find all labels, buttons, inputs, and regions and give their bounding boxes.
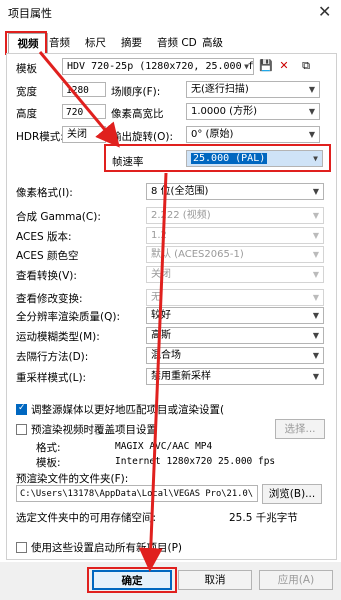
settings-row-label: 重采样模式(L): bbox=[16, 372, 87, 384]
close-icon[interactable]: ✕ bbox=[318, 2, 331, 21]
template-label: 模板 bbox=[16, 63, 37, 75]
chevron-down-icon: ▼ bbox=[312, 270, 319, 279]
settings-row-label: 像素格式(I): bbox=[16, 187, 73, 199]
browse-button[interactable]: 浏览(B)... bbox=[262, 484, 322, 504]
chevron-down-icon: ▼ bbox=[312, 187, 319, 196]
width-input[interactable]: 1280 bbox=[62, 82, 106, 97]
settings-row-select: 2.222 (视频) ▼ bbox=[146, 207, 324, 224]
settings-row-label: ACES 版本: bbox=[16, 231, 72, 243]
save-template-icon[interactable]: 💾 bbox=[259, 59, 273, 73]
settings-row-select: 无 ▼ bbox=[146, 289, 324, 306]
chevron-down-icon: ▼ bbox=[308, 130, 315, 139]
pixel-aspect-select[interactable]: 1.0000 (方形) ▼ bbox=[186, 103, 320, 120]
window-title: 项目属性 bbox=[8, 7, 52, 20]
title-bar: 项目属性 ✕ bbox=[0, 0, 341, 26]
start-new-projects-label: 使用这些设置启动所有新项目(P) bbox=[31, 542, 183, 554]
prerender-folder-label: 预渲染文件的文件夹(F): bbox=[16, 473, 129, 485]
settings-row-label: 去隔行方法(D): bbox=[16, 351, 89, 363]
chevron-down-icon: ▼ bbox=[312, 250, 319, 259]
rotation-label: 输出旋转(O): bbox=[111, 131, 173, 143]
template-value: HDV 720-25p (1280x720, 25.000 fps bbox=[67, 61, 254, 72]
hdr-value: 关闭 bbox=[67, 129, 87, 140]
settings-row-select[interactable]: 混合场 ▼ bbox=[146, 347, 324, 364]
chevron-down-icon: ▼ bbox=[312, 231, 319, 240]
chevron-down-icon: ▼ bbox=[312, 351, 319, 360]
tab-advanced[interactable]: 高级 bbox=[200, 35, 225, 52]
settings-row-value: 禁用重新采样 bbox=[151, 371, 211, 382]
settings-row-select[interactable]: 8 位(全范围) ▼ bbox=[146, 183, 324, 200]
settings-row-select: 关闭 ▼ bbox=[146, 266, 324, 283]
settings-row-value: 关闭 bbox=[151, 269, 171, 280]
adjust-media-label: 调整源媒体以更好地匹配项目或渲染设置( bbox=[31, 404, 225, 416]
settings-row-value: 2.222 (视频) bbox=[151, 210, 211, 221]
settings-row-select[interactable]: 禁用重新采样 ▼ bbox=[146, 368, 324, 385]
settings-row-value: 高斯 bbox=[151, 330, 171, 341]
pixel-aspect-value: 1.0000 (方形) bbox=[191, 106, 257, 117]
pixel-aspect-label: 像素高宽比 bbox=[111, 108, 164, 120]
width-label: 宽度 bbox=[16, 86, 37, 98]
rotation-value: 0° (原始) bbox=[191, 129, 234, 140]
chevron-down-icon: ▼ bbox=[308, 85, 315, 94]
settings-row-select: 1.2 ▼ bbox=[146, 227, 324, 244]
settings-row-label: 全分辨率渲染质量(Q): bbox=[16, 311, 120, 323]
format-template-label: 模板: bbox=[36, 457, 61, 469]
annotation-tab-box bbox=[5, 31, 47, 55]
prerender-folder-input[interactable]: C:\Users\13178\AppData\Local\VEGAS Pro\2… bbox=[16, 485, 258, 502]
field-order-select[interactable]: 无(逐行扫描) ▼ bbox=[186, 81, 320, 98]
tab-ruler[interactable]: 标尺 bbox=[83, 35, 108, 52]
height-label: 高度 bbox=[16, 108, 37, 120]
prerender-override-label: 预渲染视频时覆盖项目设置 bbox=[31, 424, 157, 436]
template-select[interactable]: HDV 720-25p (1280x720, 25.000 fps ▼ bbox=[62, 58, 254, 75]
chevron-down-icon: ▼ bbox=[244, 62, 249, 71]
hdr-label: HDR模式: bbox=[16, 131, 64, 143]
chevron-down-icon: ▼ bbox=[308, 107, 315, 116]
rotation-select[interactable]: 0° (原始) ▼ bbox=[186, 126, 320, 143]
settings-row-select[interactable]: 较好 ▼ bbox=[146, 307, 324, 324]
tab-audio-cd[interactable]: 音频 CD bbox=[155, 35, 199, 52]
settings-row-value: 默认 (ACES2065-1) bbox=[151, 249, 244, 260]
settings-row-select: 默认 (ACES2065-1) ▼ bbox=[146, 246, 324, 263]
adjust-media-checkbox[interactable] bbox=[16, 403, 27, 415]
format-value: MAGIX AVC/AAC MP4 bbox=[115, 441, 213, 452]
choose-button[interactable]: 选择... bbox=[275, 419, 325, 439]
field-order-value: 无(逐行扫描) bbox=[191, 84, 249, 95]
settings-row-label: ACES 颜色空 bbox=[16, 250, 79, 262]
tab-summary[interactable]: 摘要 bbox=[119, 35, 144, 52]
apply-button[interactable]: 应用(A) bbox=[259, 570, 333, 590]
free-space-label: 选定文件夹中的可用存储空间: bbox=[16, 512, 157, 524]
settings-row-value: 1.2 bbox=[151, 230, 167, 241]
match-media-icon[interactable]: ⧉ bbox=[299, 59, 313, 73]
chevron-down-icon: ▼ bbox=[312, 372, 319, 381]
cancel-button[interactable]: 取消 bbox=[178, 570, 252, 590]
hdr-select[interactable]: 关闭 bbox=[62, 126, 106, 143]
settings-row-value: 混合场 bbox=[151, 350, 181, 361]
settings-row-select[interactable]: 高斯 ▼ bbox=[146, 327, 324, 344]
chevron-down-icon: ▼ bbox=[312, 293, 319, 302]
free-space-value: 25.5 千兆字节 bbox=[229, 512, 298, 524]
chevron-down-icon: ▼ bbox=[312, 331, 319, 340]
settings-row-value: 无 bbox=[151, 292, 161, 303]
settings-row-label: 合成 Gamma(C): bbox=[16, 211, 101, 223]
field-order-label: 场顺序(F): bbox=[111, 86, 161, 98]
settings-row-label: 查看转换(V): bbox=[16, 270, 77, 282]
annotation-frame-rate-box bbox=[104, 144, 331, 172]
settings-row-label: 运动模糊类型(M): bbox=[16, 331, 100, 343]
settings-row-value: 8 位(全范围) bbox=[151, 186, 209, 197]
start-new-projects-checkbox[interactable] bbox=[16, 542, 27, 553]
settings-row-label: 查看修改变换: bbox=[16, 293, 83, 305]
prerender-override-checkbox[interactable] bbox=[16, 424, 27, 435]
height-input[interactable]: 720 bbox=[62, 104, 106, 119]
format-template-value: Internet 1280x720 25.000 fps bbox=[115, 456, 276, 467]
annotation-ok-box bbox=[87, 567, 177, 593]
chevron-down-icon: ▼ bbox=[312, 211, 319, 220]
delete-template-icon[interactable]: ✕ bbox=[277, 59, 291, 73]
chevron-down-icon: ▼ bbox=[312, 311, 319, 320]
settings-row-value: 较好 bbox=[151, 310, 171, 321]
tab-strip: 视频 音频 标尺 摘要 音频 CD 高级 bbox=[0, 33, 341, 54]
format-label: 格式: bbox=[36, 442, 61, 454]
tab-audio[interactable]: 音频 bbox=[47, 35, 72, 52]
